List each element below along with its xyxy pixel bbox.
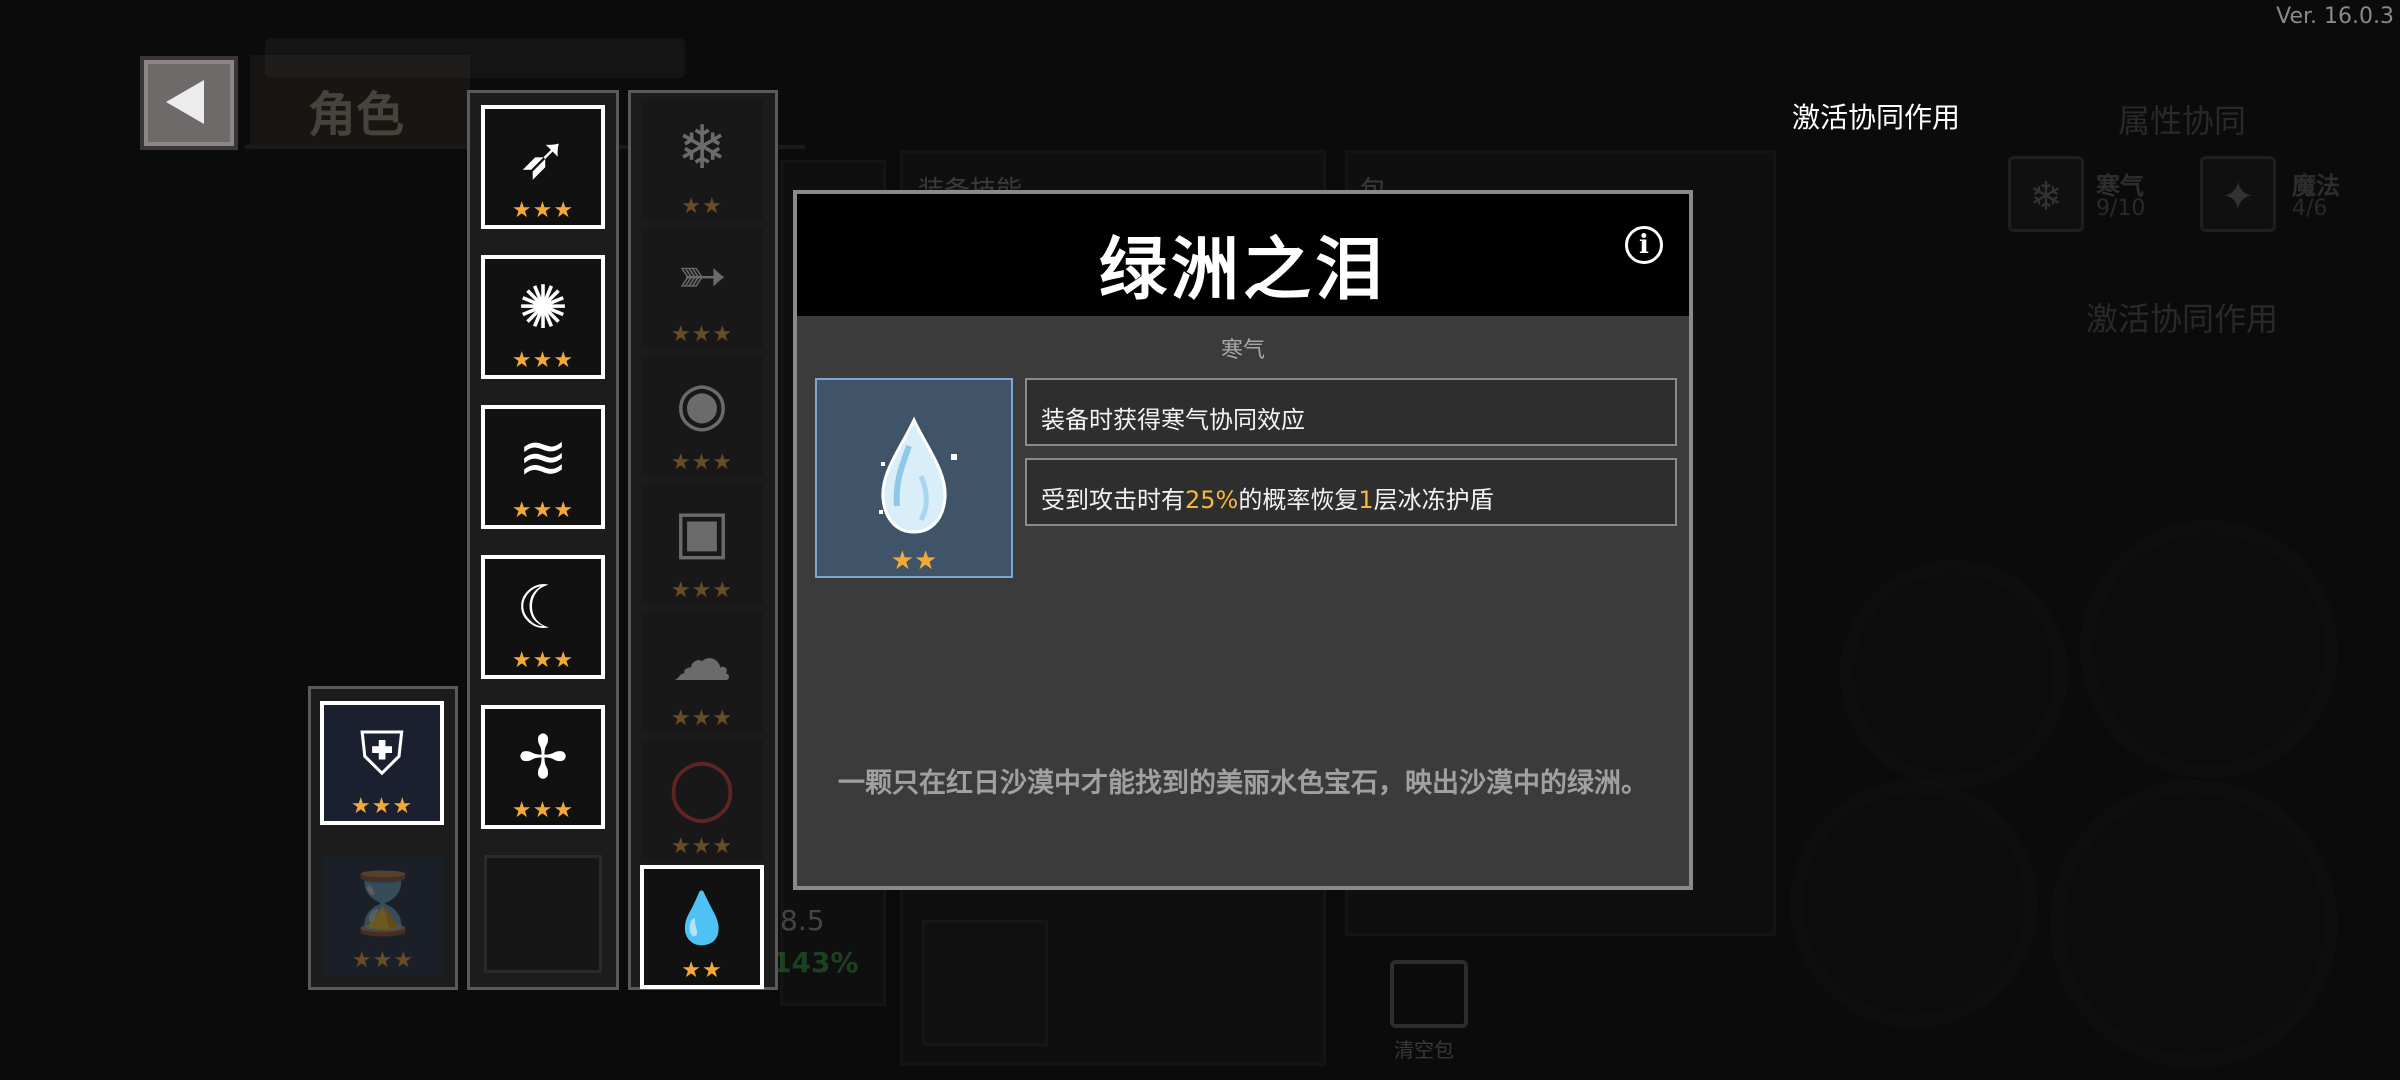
- effect-row-1: 装备时获得寒气协同效应: [1025, 378, 1677, 446]
- slot-b-4[interactable]: ✢ ★★★: [481, 705, 605, 829]
- effect-2-num: 1: [1358, 486, 1374, 514]
- slot-b-empty[interactable]: [484, 855, 602, 973]
- slot-b-0[interactable]: ➶ ★★★: [481, 105, 605, 229]
- slot-a-0[interactable]: ⛨ ★★★: [320, 701, 444, 825]
- attr-synergy-title: 属性协同: [2118, 102, 2247, 140]
- skill-ring-4[interactable]: [2050, 780, 2338, 1068]
- slot-c-6[interactable]: 💧 ★★: [640, 865, 764, 989]
- slot-stars: ★★★: [350, 794, 414, 819]
- slot-c-5[interactable]: ◯ ★★★: [641, 739, 763, 861]
- slot-stars: ★★★: [670, 578, 734, 603]
- modal-header: 绿洲之泪 i: [797, 194, 1689, 316]
- crescent-slash-icon: ☾: [516, 573, 570, 643]
- slot-stars: ★★★: [511, 198, 575, 223]
- skill-ring-3[interactable]: [1790, 780, 2038, 1028]
- slot-stars: ★★★: [670, 706, 734, 731]
- effect-1-text: 装备时获得寒气协同效应: [1041, 406, 1305, 434]
- slot-c-3[interactable]: ▣ ★★★: [641, 483, 763, 605]
- bg-stat-b: 143%: [772, 946, 859, 979]
- synergy-cold-count: 9/10: [2096, 196, 2146, 221]
- shield-frost-icon: ⛨: [359, 719, 405, 789]
- slot-stars: ★★: [681, 194, 723, 219]
- slot-b-2[interactable]: ≋ ★★★: [481, 405, 605, 529]
- water-drop-icon: 💧: [670, 889, 734, 947]
- item-stars: ★★: [890, 546, 938, 576]
- cube-icon: ▣: [673, 497, 731, 567]
- item-detail-modal: 绿洲之泪 i 寒气 ★★ 装备时获得寒气协同效应 受到攻击时有25%的概率恢复1…: [793, 190, 1693, 890]
- red-ring-icon: ◯: [668, 753, 736, 823]
- effect-2-post: 层冰冻护盾: [1373, 486, 1494, 514]
- synergy-magic-count: 4/6: [2292, 196, 2328, 221]
- slot-b-3[interactable]: ☾ ★★★: [481, 555, 605, 679]
- skill-ring-2[interactable]: [2080, 520, 2338, 778]
- item-title: 绿洲之泪: [1098, 231, 1387, 310]
- arrow-icon: ➳: [676, 241, 728, 311]
- version-label: Ver. 16.0.3: [2276, 4, 2394, 29]
- effect-2-mid: 的概率恢复: [1238, 486, 1359, 514]
- winged-emblem-icon: ✺: [517, 273, 569, 343]
- column-a: ⛨ ★★★ ⌛ ★★★: [308, 686, 458, 990]
- synergy-cold-icon[interactable]: ❄: [2008, 156, 2084, 232]
- info-icon[interactable]: i: [1625, 226, 1663, 264]
- orb-icon: ◉: [675, 369, 729, 439]
- slot-stars: ★★★: [670, 834, 734, 859]
- frost-sword-icon: ✢: [517, 723, 569, 793]
- trash-label: 清空包: [1394, 1038, 1454, 1062]
- slot-c-1[interactable]: ➳ ★★★: [641, 227, 763, 349]
- activate-synergy-label: 激活协同作用: [2086, 300, 2279, 338]
- back-arrow-icon: [166, 80, 204, 124]
- effect-2-pct: 25%: [1185, 486, 1239, 514]
- skill-ring-1[interactable]: [1840, 560, 2068, 788]
- effect-row-2: 受到攻击时有25%的概率恢复1层冰冻护盾: [1025, 458, 1677, 526]
- column-b: ➶ ★★★ ✺ ★★★ ≋ ★★★ ☾ ★★★ ✢ ★★★: [467, 90, 619, 990]
- slot-b-1[interactable]: ✺ ★★★: [481, 255, 605, 379]
- slot-stars: ★★★: [351, 948, 415, 973]
- slot-stars: ★★★: [511, 648, 575, 673]
- effect-2-pre: 受到攻击时有: [1041, 486, 1185, 514]
- slot-stars: ★★★: [670, 322, 734, 347]
- top-icon-strip: [265, 38, 685, 78]
- slot-c-2[interactable]: ◉ ★★★: [641, 355, 763, 477]
- hourglass-upgrade-icon: ⌛: [345, 869, 421, 939]
- slot-c-4[interactable]: ☁ ★★★: [641, 611, 763, 733]
- slot-stars: ★★★: [511, 798, 575, 823]
- slot-c-0[interactable]: ❄ ★★: [641, 99, 763, 221]
- snowflake-icon: ❄: [676, 113, 728, 183]
- bg-drop-slot: [922, 920, 1048, 1046]
- bg-stat-a: 8.5: [780, 904, 825, 937]
- synergy-magic-icon[interactable]: ✦: [2200, 156, 2276, 232]
- back-button[interactable]: [140, 56, 238, 150]
- wind-slash-icon: ≋: [517, 423, 569, 493]
- trash-icon[interactable]: [1390, 960, 1468, 1028]
- slot-stars: ★★★: [511, 348, 575, 373]
- cloud-icon: ☁: [672, 625, 732, 695]
- slot-stars: ★★: [681, 958, 723, 983]
- column-c: ❄ ★★ ➳ ★★★ ◉ ★★★ ▣ ★★★ ☁ ★★★ ◯ ★★★ 💧 ★★: [628, 90, 778, 990]
- ice-claw-icon: ➶: [517, 123, 569, 193]
- item-icon-frame: ★★: [815, 378, 1013, 578]
- slot-stars: ★★★: [670, 450, 734, 475]
- activate-synergy-link[interactable]: 激活协同作用: [1792, 96, 1960, 136]
- flavor-text: 一颗只在红日沙漠中才能找到的美丽水色宝石，映出沙漠中的绿洲。: [838, 768, 1648, 799]
- item-type: 寒气: [1220, 338, 1265, 363]
- slot-stars: ★★★: [511, 498, 575, 523]
- slot-a-1[interactable]: ⌛ ★★★: [323, 855, 443, 975]
